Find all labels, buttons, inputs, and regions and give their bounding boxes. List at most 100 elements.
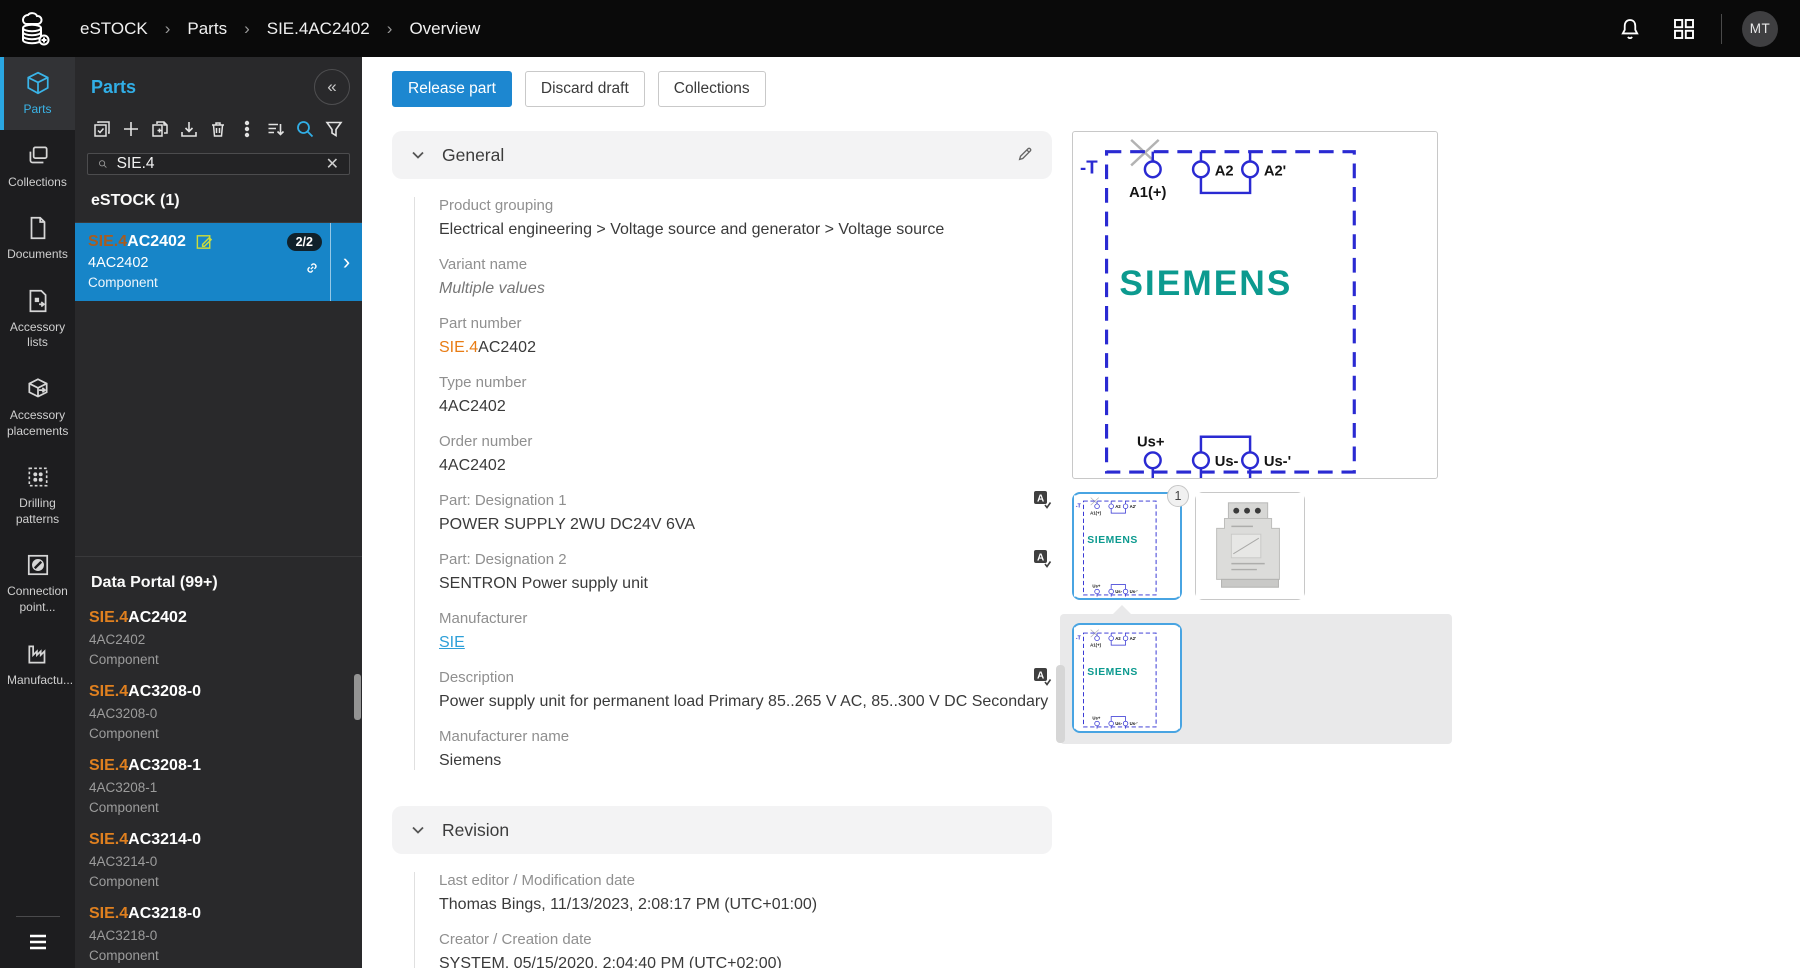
search-input[interactable] <box>116 155 317 173</box>
part-kind: Component <box>89 726 159 741</box>
part-prefix: SIE.4 <box>88 232 128 250</box>
sidebar-item-label: Manufactu... <box>7 672 74 687</box>
app-logo-icon[interactable] <box>12 8 58 50</box>
connection-point-icon <box>27 555 48 576</box>
edit-draft-icon[interactable] <box>195 232 214 251</box>
translate-icon[interactable]: A <box>1033 667 1052 690</box>
sidebar-item-drilling-patterns[interactable]: Drilling patterns <box>0 451 75 539</box>
schematic-thumbnail-selected[interactable]: 1 <box>1072 485 1189 600</box>
download-icon[interactable] <box>174 115 203 143</box>
breadcrumb-parts[interactable]: Parts <box>187 19 227 39</box>
product-photo-thumbnail[interactable] <box>1195 492 1305 600</box>
field-value: SENTRON Power supply unit <box>439 575 648 592</box>
search-box: ✕ <box>87 153 350 175</box>
part-type-number: 4AC2402 <box>89 632 146 647</box>
menu-hamburger-icon[interactable] <box>27 933 49 954</box>
search-input-icon <box>99 160 107 168</box>
field-part-number: Part number SIE.4AC2402 <box>439 315 1052 357</box>
user-avatar[interactable]: MT <box>1742 10 1778 47</box>
sidebar-item-connection-points[interactable]: Connection point... <box>0 539 75 627</box>
translate-icon[interactable]: A <box>1033 549 1052 572</box>
edit-general-icon[interactable] <box>1016 145 1034 166</box>
sidebar-footer <box>0 916 75 968</box>
field-label: Last editor / Modification date <box>439 872 635 889</box>
section-title: General <box>442 144 505 165</box>
discard-draft-button[interactable]: Discard draft <box>524 71 645 107</box>
field-value: 4AC2402 <box>439 457 506 474</box>
drilling-pattern-icon <box>28 467 47 487</box>
part-name: AC3208-1 <box>128 757 202 774</box>
general-section-header[interactable]: General <box>392 131 1052 179</box>
notifications-bell-icon[interactable] <box>1613 12 1647 46</box>
sidebar-item-manufacturers[interactable]: Manufactu... <box>0 628 75 701</box>
field-value: Power supply unit for permanent load Pri… <box>439 693 1049 710</box>
scrollbar-thumb[interactable] <box>354 674 361 720</box>
portal-list-item[interactable]: SIE.4AC3208-0 4AC3208-0 Component <box>75 672 362 746</box>
topbar-divider <box>1721 13 1722 44</box>
more-options-icon[interactable] <box>232 115 261 143</box>
add-icon[interactable] <box>116 115 145 143</box>
thumbnail-count-badge: 1 <box>1167 485 1189 507</box>
part-type-number: 4AC3218-0 <box>89 928 158 943</box>
field-label: Product grouping <box>439 197 554 214</box>
document-icon <box>30 217 45 240</box>
translate-icon[interactable]: A <box>1033 490 1052 513</box>
part-type-number: 4AC3208-0 <box>89 706 158 721</box>
chevron-down-icon <box>412 151 424 159</box>
part-prefix: SIE.4 <box>89 905 129 922</box>
release-part-button[interactable]: Release part <box>392 71 512 107</box>
field-value: Siemens <box>439 752 502 769</box>
details-column: General Product grouping Electrical engi… <box>392 131 1052 968</box>
clear-search-icon[interactable]: ✕ <box>326 154 339 174</box>
portal-list-item[interactable]: SIE.4AC3214-0 4AC3214-0 Component <box>75 820 362 894</box>
field-label: Manufacturer <box>439 610 528 627</box>
portal-list-item[interactable]: SIE.4AC3218-0 4AC3218-0 Component <box>75 894 362 968</box>
search-icon[interactable] <box>290 115 319 143</box>
estock-section-header: eSTOCK (1) <box>75 175 362 223</box>
part-name: AC3208-0 <box>128 683 202 700</box>
sidebar-item-collections[interactable]: Collections <box>0 130 75 203</box>
sort-icon[interactable] <box>261 115 290 143</box>
manufacturer-link[interactable]: SIE <box>439 634 465 651</box>
field-product-grouping: Product grouping Electrical engineering … <box>439 197 1052 239</box>
part-list-item-selected[interactable]: SIE.4 AC2402 2/2 4AC2402 Component › <box>75 223 362 301</box>
part-type-number: 4AC2402 <box>88 255 149 271</box>
part-kind: Component <box>89 800 159 815</box>
action-bar: Release part Discard draft Collections <box>392 71 1800 107</box>
revision-fields: Last editor / Modification date Thomas B… <box>414 872 1052 968</box>
sidebar-item-label: Drilling patterns <box>15 496 60 526</box>
sidebar-item-accessory-lists[interactable]: Accessory lists <box>0 275 75 363</box>
portal-list-item[interactable]: SIE.4AC2402 4AC2402 Component <box>75 598 362 672</box>
revision-section-header[interactable]: Revision <box>392 806 1052 854</box>
collections-button[interactable]: Collections <box>657 71 766 107</box>
collapse-panel-button[interactable]: « <box>314 69 350 105</box>
app-window: eSTOCK › Parts › SIE.4AC2402 › Overview <box>0 0 1800 968</box>
open-part-chevron-icon[interactable]: › <box>330 223 362 301</box>
part-prefix: SIE.4 <box>89 757 129 774</box>
breadcrumb-estock[interactable]: eSTOCK <box>80 19 148 39</box>
sidebar-item-label: Parts <box>23 102 52 116</box>
variant-schematic-thumbnail[interactable] <box>1072 623 1182 733</box>
select-all-icon[interactable] <box>87 115 116 143</box>
field-designation-2: Part: Designation 2 SENTRON Power supply… <box>439 549 1052 593</box>
general-fields: Product grouping Electrical engineering … <box>414 197 1052 770</box>
sidebar-item-accessory-placements[interactable]: Accessory placements <box>0 363 75 451</box>
schematic-preview[interactable] <box>1072 131 1438 479</box>
sidebar-divider <box>15 916 60 917</box>
portal-list-item[interactable]: SIE.4AC3208-1 4AC3208-1 Component <box>75 746 362 820</box>
part-prefix: SIE.4 <box>89 609 129 626</box>
part-name: AC2402 <box>127 232 186 250</box>
app-grid-icon[interactable] <box>1667 12 1701 46</box>
variant-count-badge: 2/2 <box>286 232 322 251</box>
part-kind: Component <box>89 652 159 667</box>
sidebar-item-documents[interactable]: Documents <box>0 202 75 275</box>
field-manufacturer: Manufacturer SIE <box>439 610 1052 652</box>
scrollbar-thumb[interactable] <box>1056 665 1065 743</box>
filter-icon[interactable] <box>319 115 348 143</box>
breadcrumb-separator-icon: › <box>164 18 171 38</box>
breadcrumb-part-number[interactable]: SIE.4AC2402 <box>267 19 370 39</box>
breadcrumb-overview[interactable]: Overview <box>409 19 480 39</box>
sidebar-item-parts[interactable]: Parts <box>0 57 75 130</box>
delete-icon[interactable] <box>203 115 232 143</box>
duplicate-icon[interactable] <box>145 115 174 143</box>
